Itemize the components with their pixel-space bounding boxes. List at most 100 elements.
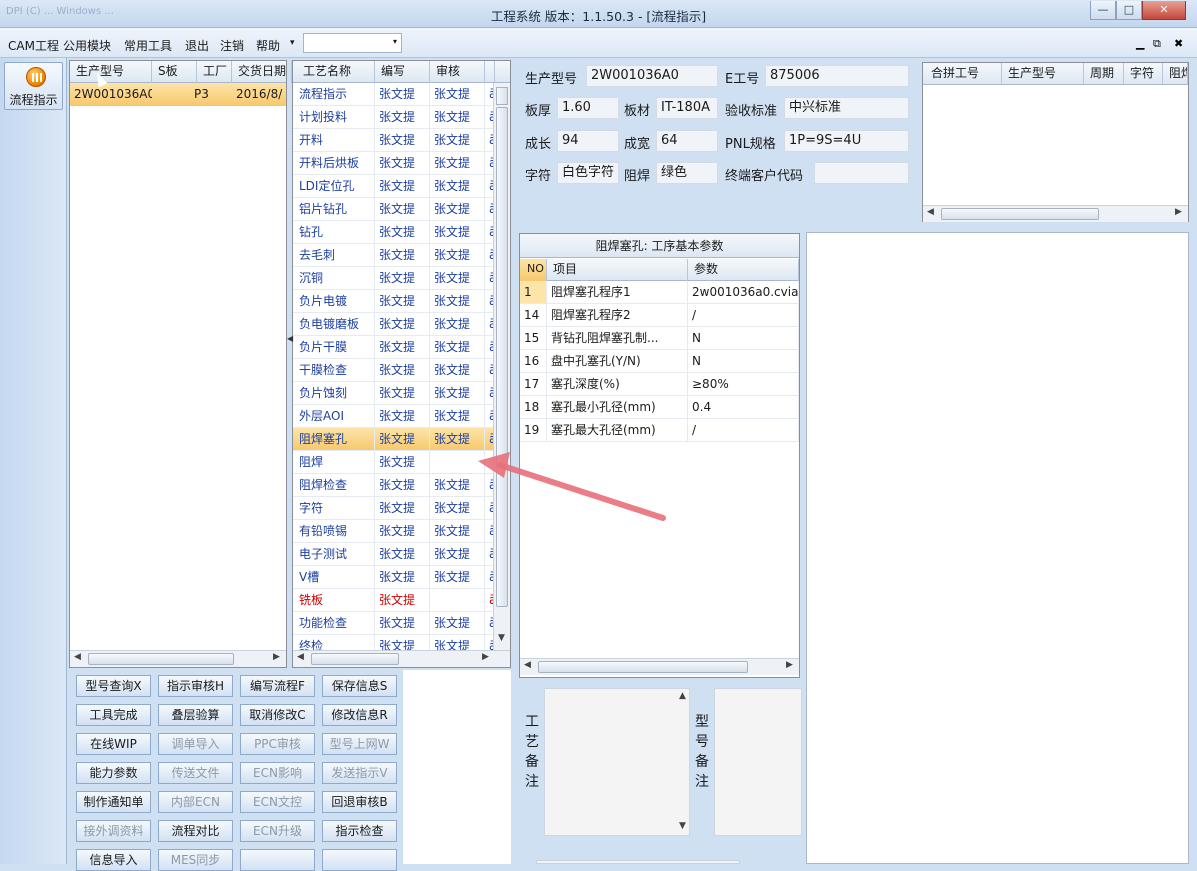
param-row[interactable]: 15 背钻孔阻焊塞孔制... N (520, 327, 799, 350)
notes-hscroll[interactable] (536, 860, 740, 864)
end-customer-field[interactable] (814, 162, 909, 184)
action-button[interactable]: 回退审核B (322, 791, 397, 813)
mdi-restore-icon[interactable]: ⧉ (1153, 37, 1161, 51)
action-button[interactable]: 接外调资料 (76, 820, 151, 842)
col-extra[interactable] (485, 61, 495, 83)
col-merge-char[interactable]: 字符 (1124, 63, 1163, 85)
process-row[interactable]: 沉铜张文提张文提ā (293, 267, 493, 290)
col-model[interactable]: 生产型号 (70, 61, 152, 83)
process-row[interactable]: 开料后烘板张文提张文提ā (293, 152, 493, 175)
params-hscroll[interactable]: ◀ ▶ (520, 658, 799, 675)
process-row[interactable]: 负片电镀张文提张文提ā (293, 290, 493, 313)
eno-field[interactable]: 875006 (765, 65, 909, 87)
splitter-arrow-icon[interactable]: ◀ (287, 334, 293, 343)
col-factory[interactable]: 工厂 (197, 61, 232, 83)
action-button[interactable]: 型号查询X (76, 675, 151, 697)
model-grid-hscroll[interactable]: ◀ ▶ (70, 650, 286, 667)
model-row[interactable]: 2W001036A0 P3 2016/8/ (70, 83, 286, 106)
process-row[interactable]: 电子测试张文提张文提ā (293, 543, 493, 566)
action-button[interactable]: 能力参数 (76, 762, 151, 784)
param-row[interactable]: 17 塞孔深度(%) ≥80% (520, 373, 799, 396)
action-button[interactable]: 指示审核H (158, 675, 233, 697)
action-button[interactable]: 叠层验算 (158, 704, 233, 726)
menu-tools[interactable]: 常用工具 (124, 37, 172, 54)
process-row[interactable]: 铝片钻孔张文提张文提ā (293, 198, 493, 221)
process-grid-vscroll[interactable]: ▼ (493, 83, 510, 651)
action-button[interactable]: 调单导入 (158, 733, 233, 755)
mdi-close-icon[interactable]: ✖ (1174, 37, 1183, 50)
mdi-minimize-icon[interactable]: ▁ (1136, 37, 1144, 50)
col-sboard[interactable]: S板 (152, 61, 197, 83)
merge-grid-hscroll[interactable]: ◀ ▶ (923, 205, 1188, 222)
param-row[interactable]: 18 塞孔最小孔径(mm) 0.4 (520, 396, 799, 419)
col-no[interactable]: NO (520, 259, 547, 281)
model-note-textarea[interactable] (714, 688, 802, 836)
length-field[interactable]: 94 (557, 130, 619, 152)
process-note-textarea[interactable]: ▲ ▼ (544, 688, 690, 836)
process-row[interactable]: 外层AOI张文提张文提ā (293, 405, 493, 428)
action-button[interactable]: 取消修改C (240, 704, 315, 726)
action-button[interactable] (322, 849, 397, 871)
width-field[interactable]: 64 (656, 130, 718, 152)
col-delivery[interactable]: 交货日期 (232, 61, 292, 83)
process-row[interactable]: 阻焊塞孔张文提张文提ā (293, 428, 493, 451)
process-row[interactable]: LDI定位孔张文提张文提ā (293, 175, 493, 198)
col-writer[interactable]: 编写 (375, 61, 430, 83)
col-merge-model[interactable]: 生产型号 (1002, 63, 1084, 85)
action-button[interactable]: MES同步 (158, 849, 233, 871)
col-process-name[interactable]: 工艺名称 (293, 61, 375, 83)
material-field[interactable]: IT-180A (656, 97, 718, 119)
close-button[interactable]: ✕ (1142, 1, 1186, 20)
process-row[interactable]: 去毛刺张文提张文提ā (293, 244, 493, 267)
action-button[interactable] (240, 849, 315, 871)
process-row[interactable]: 终检张文提张文提ā (293, 635, 493, 651)
process-row[interactable]: 干膜检查张文提张文提ā (293, 359, 493, 382)
pnl-field[interactable]: 1P=9S=4U (784, 130, 909, 152)
col-item[interactable]: 项目 (547, 259, 688, 281)
action-button[interactable]: 制作通知单 (76, 791, 151, 813)
process-row[interactable]: 开料张文提张文提ā (293, 129, 493, 152)
action-button[interactable]: PPC审核 (240, 733, 315, 755)
process-row[interactable]: 阻焊检查张文提张文提ā (293, 474, 493, 497)
process-row[interactable]: 负片干膜张文提张文提ā (293, 336, 493, 359)
flow-instruction-button[interactable]: 流程指示 (4, 62, 63, 110)
action-button[interactable]: 型号上网W (322, 733, 397, 755)
action-button[interactable]: 保存信息S (322, 675, 397, 697)
process-row[interactable]: 铣板张文提 ā (293, 589, 493, 612)
menu-exit[interactable]: 退出 (185, 37, 209, 54)
col-merge-no[interactable]: 合拼工号 (923, 63, 1002, 85)
process-row[interactable]: 计划投料张文提张文提ā (293, 106, 493, 129)
action-button[interactable]: 信息导入 (76, 849, 151, 871)
process-grid-hscroll[interactable]: ◀ ▶ (293, 650, 510, 667)
model-field[interactable]: 2W001036A0 (586, 65, 718, 87)
process-row[interactable]: 负片蚀刻张文提张文提ā (293, 382, 493, 405)
col-reviewer[interactable]: 审核 (430, 61, 485, 83)
action-button[interactable]: 发送指示V (322, 762, 397, 784)
maximize-button[interactable]: □ (1116, 1, 1142, 20)
thickness-field[interactable]: 1.60 (557, 97, 619, 119)
process-row[interactable]: 阻焊 张文提 (293, 451, 493, 474)
process-row[interactable]: V槽张文提张文提ā (293, 566, 493, 589)
col-param[interactable]: 参数 (688, 259, 799, 281)
menu-cam[interactable]: CAM工程 (8, 37, 59, 54)
standard-field[interactable]: 中兴标准 (784, 97, 909, 119)
minimize-button[interactable]: — (1090, 1, 1116, 20)
action-button[interactable]: 指示检查 (322, 820, 397, 842)
param-row[interactable]: 1 阻焊塞孔程序1 2w001036a0.cvia (520, 281, 799, 304)
param-row[interactable]: 14 阻焊塞孔程序2/ (520, 304, 799, 327)
char-field[interactable]: 白色字符 (557, 162, 619, 184)
col-merge-cycle[interactable]: 周期 (1084, 63, 1124, 85)
menu-help[interactable]: 帮助 (256, 37, 280, 54)
process-row[interactable]: 钻孔张文提张文提ā (293, 221, 493, 244)
action-button[interactable]: 流程对比 (158, 820, 233, 842)
action-button[interactable]: ECN影响 (240, 762, 315, 784)
menu-logout[interactable]: 注销 (220, 37, 244, 54)
process-row[interactable]: 有铅喷锡张文提张文提ā (293, 520, 493, 543)
action-button[interactable]: ECN升级 (240, 820, 315, 842)
action-button[interactable]: ECN文控 (240, 791, 315, 813)
action-button[interactable]: 修改信息R (322, 704, 397, 726)
mask-field[interactable]: 绿色 (656, 162, 718, 184)
param-row[interactable]: 19 塞孔最大孔径(mm) / (520, 419, 799, 442)
action-button[interactable]: 编写流程F (240, 675, 315, 697)
process-row[interactable]: 功能检查张文提张文提ā (293, 612, 493, 635)
